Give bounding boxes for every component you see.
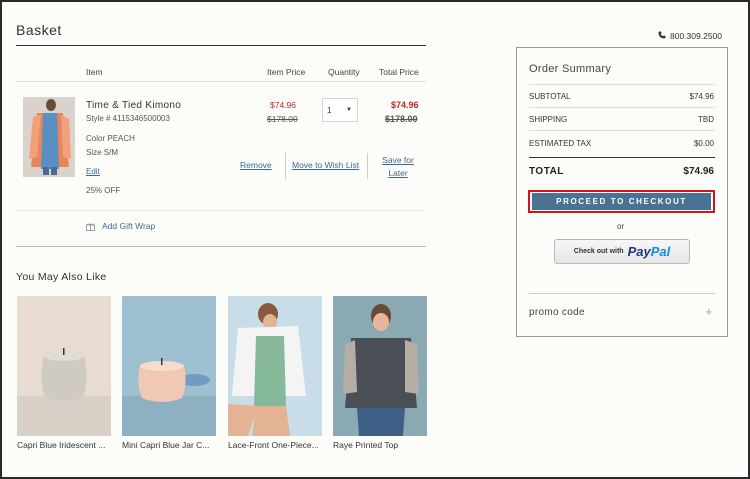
phone-icon bbox=[658, 31, 666, 41]
or-separator: or bbox=[617, 222, 625, 231]
subtotal-value: $74.96 bbox=[689, 92, 714, 101]
tax-label: ESTIMATED TAX bbox=[529, 139, 592, 148]
summary-divider bbox=[529, 84, 715, 85]
total-sale-price: $74.96 bbox=[391, 100, 419, 110]
product-color: Color PEACH bbox=[86, 134, 135, 143]
column-quantity: Quantity bbox=[328, 67, 360, 77]
phone-number[interactable]: 800.309.2500 bbox=[658, 31, 722, 41]
product-style: Style # 4115346500003 bbox=[86, 114, 170, 123]
save-for-later-link[interactable]: Save for Later bbox=[382, 154, 414, 180]
chevron-down-icon: ▼ bbox=[346, 107, 352, 113]
total-value: $74.96 bbox=[683, 166, 714, 177]
action-separator bbox=[367, 153, 368, 179]
recommendation-name[interactable]: Lace-Front One-Piece... bbox=[228, 440, 324, 450]
recommendation-image[interactable] bbox=[228, 296, 322, 436]
product-name[interactable]: Time & Tied Kimono bbox=[86, 100, 181, 111]
paypal-checkout-button[interactable]: Check out with PayPal bbox=[554, 239, 690, 264]
quantity-select[interactable]: 1 ▼ bbox=[322, 98, 358, 122]
recommendation-name[interactable]: Raye Printed Top bbox=[333, 440, 429, 450]
promo-divider bbox=[529, 293, 715, 294]
subtotal-label: SUBTOTAL bbox=[529, 92, 571, 101]
paypal-logo: PayPal bbox=[628, 244, 671, 259]
action-separator bbox=[285, 153, 286, 179]
shipping-value: TBD bbox=[698, 115, 714, 124]
recommendations-title: You May Also Like bbox=[16, 271, 107, 283]
phone-text: 800.309.2500 bbox=[670, 31, 722, 41]
discount-badge: 25% OFF bbox=[86, 186, 121, 195]
gift-icon bbox=[86, 218, 95, 231]
paypal-logo-pal: Pal bbox=[650, 244, 671, 259]
size-label: Size bbox=[86, 148, 102, 157]
summary-total-divider bbox=[529, 157, 715, 158]
basket-title: Basket bbox=[16, 22, 62, 38]
edit-link[interactable]: Edit bbox=[86, 167, 100, 176]
recommendation-image[interactable] bbox=[333, 296, 427, 436]
order-summary-title: Order Summary bbox=[529, 63, 612, 75]
plus-icon[interactable]: + bbox=[705, 304, 713, 319]
total-label: TOTAL bbox=[529, 166, 564, 177]
paypal-prefix: Check out with bbox=[573, 248, 624, 255]
summary-divider bbox=[529, 107, 715, 108]
total-original-price: $178.00 bbox=[385, 114, 418, 124]
color-label: Color bbox=[86, 134, 106, 143]
recommendation-name[interactable]: Mini Capri Blue Jar C... bbox=[122, 440, 218, 450]
remove-link[interactable]: Remove bbox=[240, 160, 272, 170]
column-item: Item bbox=[86, 67, 103, 77]
product-image[interactable] bbox=[23, 97, 75, 177]
basket-bottom-divider bbox=[16, 246, 426, 247]
item-original-price: $178.00 bbox=[267, 114, 298, 124]
column-item-price: Item Price bbox=[267, 67, 306, 77]
column-total-price: Total Price bbox=[379, 67, 419, 77]
header-divider bbox=[16, 81, 426, 82]
proceed-to-checkout-button[interactable]: PROCEED TO CHECKOUT bbox=[532, 193, 711, 210]
summary-divider bbox=[529, 130, 715, 131]
paypal-logo-pay: Pay bbox=[627, 244, 651, 259]
shipping-label: SHIPPING bbox=[529, 115, 568, 124]
quantity-value: 1 bbox=[327, 105, 332, 115]
basket-divider bbox=[16, 45, 426, 46]
product-size: Size S/M bbox=[86, 148, 118, 157]
item-divider bbox=[16, 210, 426, 211]
promo-code-toggle[interactable]: promo code bbox=[529, 307, 585, 318]
recommendation-image[interactable] bbox=[122, 296, 216, 436]
color-value: PEACH bbox=[107, 134, 135, 143]
tax-value: $0.00 bbox=[693, 139, 714, 148]
add-gift-wrap-link[interactable]: Add Gift Wrap bbox=[102, 221, 155, 231]
recommendation-name[interactable]: Capri Blue Iridescent ... bbox=[17, 440, 113, 450]
size-value: S/M bbox=[103, 148, 119, 157]
recommendation-image[interactable] bbox=[17, 296, 111, 436]
move-to-wishlist-link[interactable]: Move to Wish List bbox=[292, 160, 359, 170]
item-sale-price: $74.96 bbox=[270, 100, 296, 110]
